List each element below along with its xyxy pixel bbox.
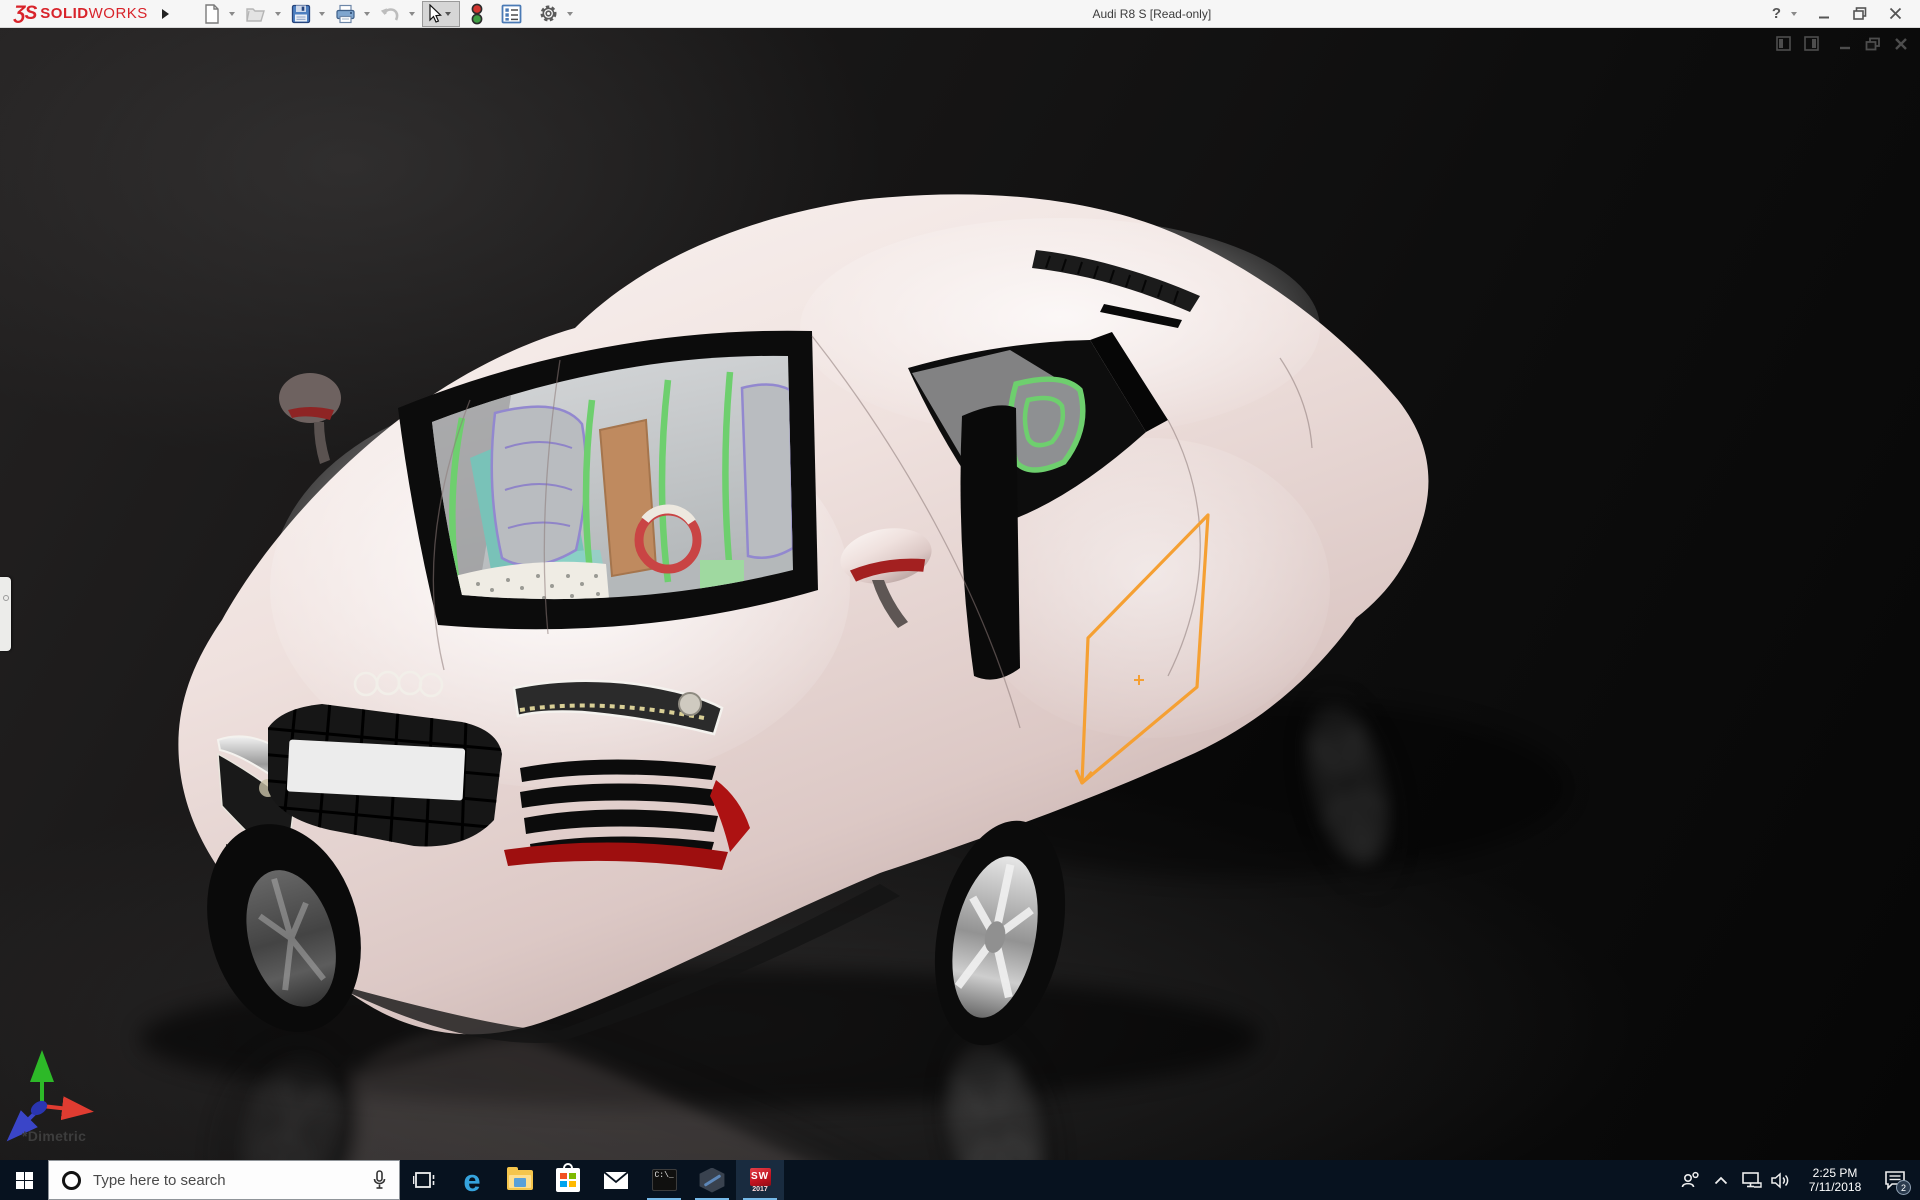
select-caret[interactable] bbox=[444, 11, 451, 16]
print-caret[interactable] bbox=[363, 11, 370, 16]
dassault-mark: ƷS bbox=[14, 2, 37, 24]
save-button[interactable] bbox=[288, 2, 314, 26]
network-button[interactable] bbox=[1738, 1160, 1764, 1200]
hidden-icons-button[interactable] bbox=[1708, 1160, 1734, 1200]
print-icon bbox=[336, 4, 355, 23]
help-caret[interactable] bbox=[1791, 11, 1797, 16]
speaker-icon bbox=[1771, 1171, 1789, 1189]
microphone-icon[interactable] bbox=[372, 1170, 387, 1190]
restore-icon bbox=[1853, 7, 1867, 20]
people-icon bbox=[1681, 1171, 1699, 1188]
taskbar-apps: e C:\_ SW 2017 bbox=[400, 1160, 784, 1200]
file-explorer-button[interactable] bbox=[496, 1160, 544, 1200]
windows-logo-icon bbox=[15, 1171, 33, 1189]
volume-button[interactable] bbox=[1768, 1160, 1794, 1200]
search-input[interactable] bbox=[93, 1171, 372, 1189]
notification-badge: 2 bbox=[1896, 1180, 1911, 1195]
open-folder-icon bbox=[246, 7, 265, 22]
mail-icon bbox=[603, 1170, 629, 1189]
new-document-button[interactable] bbox=[200, 2, 224, 26]
brand-works: WORKS bbox=[88, 5, 148, 22]
undo-caret[interactable] bbox=[408, 11, 415, 16]
task-view-button[interactable] bbox=[400, 1160, 448, 1200]
clock[interactable]: 2:25 PM 7/11/2018 bbox=[1798, 1166, 1872, 1194]
hexagon-app-icon bbox=[699, 1167, 725, 1193]
taskbar-search[interactable] bbox=[48, 1160, 400, 1200]
file-explorer-icon bbox=[507, 1167, 533, 1190]
stoplight-icon bbox=[471, 3, 483, 24]
new-document-icon bbox=[205, 3, 219, 24]
restore-button[interactable] bbox=[1847, 5, 1873, 22]
window-controls: ? bbox=[1766, 3, 1920, 24]
audi-r8-model[interactable] bbox=[178, 194, 1428, 1057]
open-button[interactable] bbox=[242, 2, 270, 26]
select-arrow-icon bbox=[429, 3, 442, 23]
clock-date: 7/11/2018 bbox=[1808, 1180, 1862, 1194]
command-prompt-icon: C:\_ bbox=[651, 1169, 677, 1191]
chevron-up-icon bbox=[1714, 1176, 1728, 1184]
hexagon-app-button[interactable] bbox=[688, 1160, 736, 1200]
undo-arrow-icon bbox=[380, 7, 399, 21]
settings-caret[interactable] bbox=[566, 11, 573, 16]
toolbar bbox=[200, 0, 578, 27]
minimize-icon bbox=[1819, 16, 1829, 19]
solidworks-2017-icon: SW 2017 bbox=[749, 1167, 771, 1193]
action-center-button[interactable]: 2 bbox=[1876, 1160, 1914, 1200]
view-orientation-label: *Dimetric bbox=[22, 1128, 87, 1144]
window-title: Audi R8 S [Read-only] bbox=[1092, 6, 1212, 21]
store-button[interactable] bbox=[544, 1160, 592, 1200]
select-tool-button[interactable] bbox=[421, 0, 460, 27]
cortana-icon bbox=[62, 1170, 81, 1190]
minimize-button[interactable] bbox=[1812, 5, 1837, 22]
start-button[interactable] bbox=[0, 1160, 48, 1200]
close-button[interactable] bbox=[1883, 5, 1908, 22]
doc-minimize-icon[interactable] bbox=[1838, 37, 1852, 51]
pane-right-icon[interactable] bbox=[1804, 36, 1819, 51]
print-button[interactable] bbox=[332, 2, 359, 26]
clock-time: 2:25 PM bbox=[1812, 1166, 1858, 1180]
document-window-controls bbox=[1776, 36, 1908, 51]
stoplight-button[interactable] bbox=[468, 2, 486, 26]
edge-icon: e bbox=[463, 1162, 481, 1198]
model-scene[interactable] bbox=[0, 28, 1920, 1160]
doc-close-icon[interactable] bbox=[1894, 37, 1908, 51]
undo-button[interactable] bbox=[377, 2, 404, 26]
save-caret[interactable] bbox=[318, 11, 325, 16]
panel-tab-dot bbox=[2, 595, 9, 601]
mail-button[interactable] bbox=[592, 1160, 640, 1200]
pane-left-icon[interactable] bbox=[1776, 36, 1791, 51]
triad-x-axis bbox=[41, 1096, 94, 1121]
solidworks-2017-button[interactable]: SW 2017 bbox=[736, 1160, 784, 1200]
command-prompt-button[interactable]: C:\_ bbox=[640, 1160, 688, 1200]
open-caret[interactable] bbox=[274, 11, 281, 16]
solidworks-logo: ƷS SOLID WORKS bbox=[0, 0, 158, 27]
graphics-viewport[interactable]: *Dimetric bbox=[0, 28, 1920, 1160]
store-icon bbox=[556, 1163, 580, 1192]
close-icon bbox=[1889, 7, 1902, 20]
titlebar: ƷS SOLID WORKS Audi R8 S [Read-only] ? bbox=[0, 0, 1920, 28]
help-button[interactable]: ? bbox=[1766, 3, 1787, 24]
edge-button[interactable]: e bbox=[448, 1160, 496, 1200]
network-icon bbox=[1742, 1172, 1762, 1188]
system-tray: 2:25 PM 7/11/2018 2 bbox=[1678, 1160, 1920, 1200]
taskbar: e C:\_ SW 20 bbox=[0, 1160, 1920, 1200]
properties-list-icon bbox=[501, 4, 522, 23]
people-button[interactable] bbox=[1678, 1160, 1704, 1200]
settings-button[interactable] bbox=[535, 2, 562, 26]
new-caret[interactable] bbox=[228, 11, 235, 16]
doc-restore-icon[interactable] bbox=[1865, 37, 1881, 51]
feature-panel-tab[interactable] bbox=[0, 577, 11, 651]
gear-icon bbox=[540, 5, 557, 22]
properties-list-button[interactable] bbox=[498, 2, 525, 26]
brand-solid: SOLID bbox=[40, 5, 89, 22]
task-view-icon bbox=[413, 1172, 435, 1188]
save-floppy-icon bbox=[291, 4, 310, 23]
menu-flyout-arrow-icon[interactable] bbox=[158, 4, 174, 24]
